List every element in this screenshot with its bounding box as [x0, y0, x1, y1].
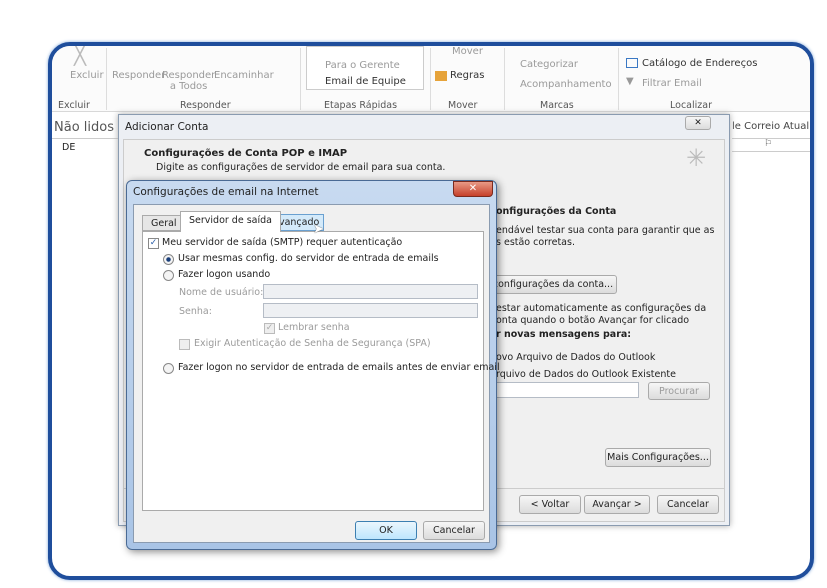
- more-settings-button[interactable]: Mais Configurações...: [605, 448, 711, 467]
- group-label-delete: Excluir: [58, 100, 90, 111]
- search-scope-dropdown[interactable]: le Correio Atual: [732, 121, 809, 132]
- existing-data-file-radio[interactable]: rquivo de Dados do Outlook Existente: [496, 369, 676, 380]
- unread-filter[interactable]: Não lidos: [54, 120, 114, 135]
- page-subheading: Digite as configurações de servidor de e…: [156, 162, 446, 173]
- remember-password-label: Lembrar senha: [278, 322, 350, 333]
- logon-using-radio[interactable]: [163, 270, 174, 281]
- spa-checkbox[interactable]: [179, 339, 190, 350]
- column-header-from[interactable]: DE: [62, 142, 75, 153]
- rules-button[interactable]: Regras: [450, 70, 484, 81]
- logon-using-label: Fazer logon usando: [178, 269, 271, 280]
- smtp-auth-label: Meu servidor de saída (SMTP) requer aute…: [162, 237, 403, 248]
- username-label: Nome de usuário:: [179, 287, 264, 298]
- close-button[interactable]: ✕: [453, 181, 493, 197]
- reply-all-label-2: a Todos: [169, 81, 208, 92]
- test-text-2: s estão corretas.: [496, 237, 575, 248]
- reply-button[interactable]: Responder: [112, 70, 165, 81]
- reply-all-button[interactable]: Responder a Todos: [162, 70, 215, 92]
- quick-steps-gallery[interactable]: Para o Gerente Email de Equipe: [306, 46, 424, 90]
- tab-outgoing-server[interactable]: Servidor de saída: [180, 211, 281, 232]
- filter-email-button[interactable]: Filtrar Email: [642, 78, 702, 89]
- cancel-button[interactable]: Cancelar: [423, 521, 485, 540]
- ok-button[interactable]: OK: [355, 521, 417, 540]
- mouse-cursor-icon: ➤: [313, 222, 324, 237]
- forward-button[interactable]: Encaminhar: [214, 70, 274, 81]
- tab-panel: ✓ Meu servidor de saída (SMTP) requer au…: [142, 231, 500, 511]
- quick-step-manager[interactable]: Para o Gerente: [325, 60, 400, 71]
- next-button[interactable]: Avançar >: [584, 495, 650, 514]
- categorize-button[interactable]: Categorizar: [520, 59, 578, 70]
- reply-all-label: Responder: [162, 70, 216, 81]
- flag-icon: ⚐: [764, 139, 773, 149]
- smtp-auth-checkbox[interactable]: ✓: [148, 238, 159, 249]
- group-label-find: Localizar: [670, 100, 712, 111]
- group-label-respond: Responder: [180, 100, 231, 111]
- password-label: Senha:: [179, 306, 212, 317]
- deliver-heading: r novas mensagens para:: [496, 329, 632, 340]
- dialog-title: Configurações de email na Internet: [133, 186, 319, 198]
- wizard-icon: ✳: [686, 144, 707, 172]
- internet-settings-dialog: Configurações de email na Internet ✕ Ger…: [126, 180, 500, 550]
- test-text: endável testar sua conta para garantir q…: [496, 225, 715, 236]
- data-file-path-input[interactable]: [489, 382, 639, 398]
- quick-step-team-email[interactable]: Email de Equipe: [325, 76, 406, 87]
- same-settings-label: Usar mesmas config. do servidor de entra…: [178, 253, 439, 264]
- browse-button[interactable]: Procurar: [648, 382, 710, 400]
- new-data-file-radio[interactable]: ovo Arquivo de Dados do Outlook: [496, 352, 655, 363]
- ribbon: ╳ Excluir Excluir Responder Responder a T…: [52, 46, 810, 112]
- test-heading: onfigurações da Conta: [496, 206, 617, 217]
- username-input[interactable]: [263, 284, 478, 299]
- rules-icon: [435, 71, 447, 81]
- remember-password-checkbox[interactable]: ✓: [264, 323, 275, 334]
- page-heading: Configurações de Conta POP e IMAP: [144, 148, 348, 159]
- group-label-move: Mover: [448, 100, 478, 111]
- address-book-button[interactable]: Catálogo de Endereços: [642, 58, 757, 69]
- password-input[interactable]: [263, 303, 478, 318]
- delete-icon: ╳: [74, 42, 87, 66]
- auto-test-label-2: onta quando o botão Avançar for clicado: [496, 315, 690, 326]
- same-settings-radio[interactable]: [163, 254, 174, 265]
- close-button[interactable]: ✕: [685, 116, 711, 130]
- logon-incoming-label: Fazer logon no servidor de entrada de em…: [178, 362, 500, 373]
- back-button[interactable]: < Voltar: [519, 495, 581, 514]
- test-account-button[interactable]: configurações da conta...: [489, 275, 617, 294]
- dialog-title: Adicionar Conta: [125, 121, 209, 133]
- spa-label: Exigir Autenticação de Senha de Seguranç…: [194, 338, 431, 349]
- followup-button[interactable]: Acompanhamento: [520, 79, 612, 90]
- move-button[interactable]: Mover: [452, 46, 483, 57]
- group-label-tags: Marcas: [540, 100, 574, 111]
- group-label-quick-steps: Etapas Rápidas: [324, 100, 398, 111]
- logon-incoming-radio[interactable]: [163, 363, 174, 374]
- cancel-button[interactable]: Cancelar: [657, 495, 719, 514]
- delete-button[interactable]: Excluir: [70, 70, 104, 81]
- auto-test-checkbox-label[interactable]: estar automaticamente as configurações d…: [496, 303, 706, 314]
- address-book-icon: [626, 58, 638, 68]
- filter-icon: ▼: [626, 76, 634, 87]
